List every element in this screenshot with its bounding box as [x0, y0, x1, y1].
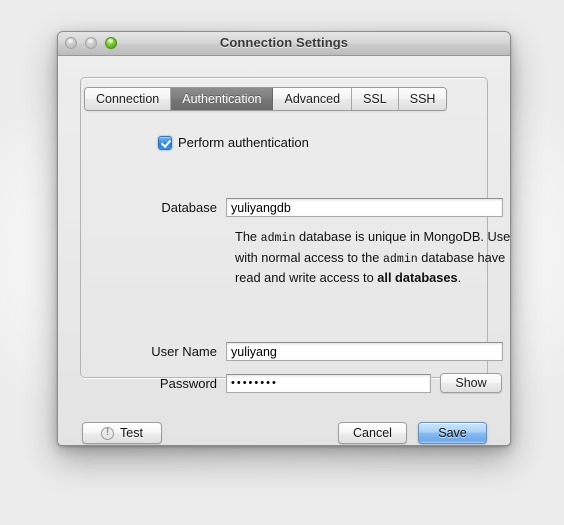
window-titlebar[interactable]: Connection Settings — [58, 32, 510, 56]
tab-connection[interactable]: Connection — [85, 88, 172, 110]
username-row: User Name yuliyang — [150, 342, 503, 361]
window-title: Connection Settings — [219, 35, 349, 50]
password-label: Password — [159, 375, 217, 391]
desc-mono-admin-2: admin — [382, 252, 418, 266]
password-row: Password •••••••• Show — [150, 373, 502, 393]
save-button[interactable]: Save — [418, 422, 487, 444]
dialog-body: Connection Authentication Advanced SSL S… — [58, 56, 510, 445]
tab-ssl[interactable]: SSL — [352, 88, 399, 110]
perform-authentication-label: Perform authentication — [178, 135, 309, 150]
tab-advanced[interactable]: Advanced — [273, 88, 353, 110]
admin-database-description: The admin database is unique in MongoDB.… — [235, 228, 510, 288]
desc-text-1: The — [235, 229, 261, 244]
tab-ssh[interactable]: SSH — [398, 88, 447, 110]
desc-bold-all-databases: all databases — [377, 270, 458, 286]
test-button[interactable]: Test — [82, 422, 162, 444]
username-input[interactable]: yuliyang — [226, 342, 503, 361]
desc-mono-admin-1: admin — [260, 232, 296, 245]
perform-authentication-checkbox[interactable] — [158, 135, 172, 150]
warning-circle-icon — [101, 426, 115, 440]
connection-settings-window: Connection Settings Connection Authentic… — [57, 31, 511, 446]
tab-bar: Connection Authentication Advanced SSL S… — [84, 87, 448, 111]
database-row: Database yuliyangdb — [150, 198, 503, 217]
desc-text-4: . — [457, 270, 462, 286]
username-label: User Name — [151, 344, 217, 359]
password-input[interactable]: •••••••• — [226, 373, 431, 393]
perform-authentication-row[interactable]: Perform authentication — [158, 135, 309, 150]
tab-authentication[interactable]: Authentication — [171, 88, 274, 110]
test-button-label: Test — [120, 426, 143, 440]
database-label: Database — [161, 200, 217, 215]
cancel-button[interactable]: Cancel — [338, 422, 407, 444]
show-password-button[interactable]: Show — [440, 373, 502, 393]
database-input[interactable]: yuliyangdb — [226, 198, 503, 217]
